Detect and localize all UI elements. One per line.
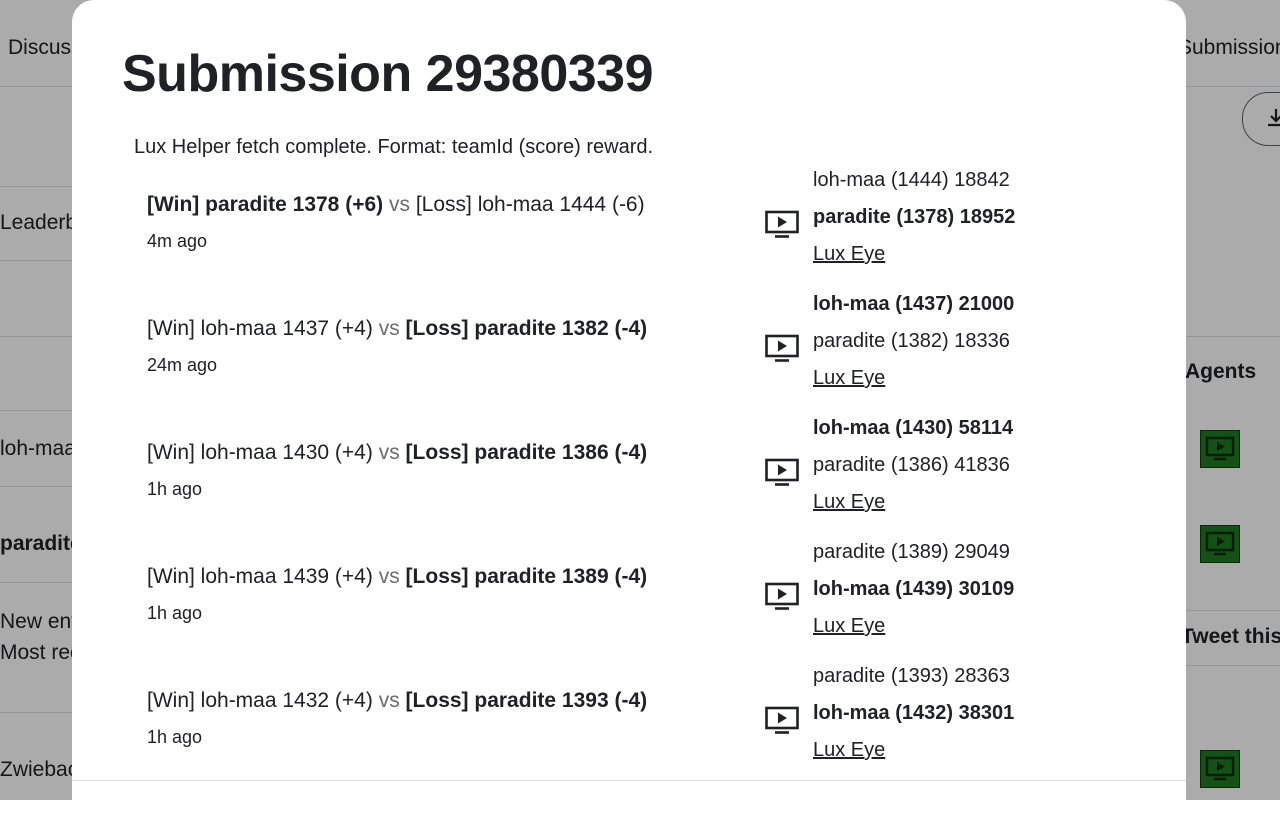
episode-loser: [Loss] paradite 1382 (-4) <box>405 317 648 340</box>
page-title: Submission 29380339 <box>122 45 654 103</box>
watch-replay-button[interactable] <box>764 333 800 365</box>
play-video-icon <box>765 334 799 362</box>
fetch-status-text: Lux Helper fetch complete. Format: teamI… <box>134 136 654 158</box>
episode-vs: vs <box>378 689 400 712</box>
episode-team-score: loh-maa (1432) 38301 <box>813 702 1015 724</box>
episode-team-score: paradite (1382) 18336 <box>813 330 1010 352</box>
lux-eye-link[interactable]: Lux Eye <box>813 739 885 762</box>
episode-time: 1h ago <box>147 479 203 499</box>
episode-loser: [Loss] paradite 1393 (-4) <box>405 689 648 712</box>
episode-winner: [Win] loh-maa 1437 (+4) <box>147 317 373 340</box>
watch-replay-button[interactable] <box>764 581 800 613</box>
episode-time: 1h ago <box>147 727 203 747</box>
episode-result: [Win] loh-maa 1432 (+4) vs [Loss] paradi… <box>147 689 647 713</box>
episode-vs: vs <box>378 441 400 464</box>
episode-team-score: loh-maa (1444) 18842 <box>813 169 1010 191</box>
play-video-icon <box>765 582 799 610</box>
episode-row: [Win] loh-maa 1439 (+4) vs [Loss] paradi… <box>72 541 1186 689</box>
episode-team-score: loh-maa (1430) 58114 <box>813 417 1014 439</box>
watch-replay-button[interactable] <box>764 705 800 737</box>
modal-footer-divider <box>72 780 1186 781</box>
episode-team-score: paradite (1389) 29049 <box>813 541 1010 563</box>
episode-time: 24m ago <box>147 355 218 375</box>
episode-team-score: paradite (1378) 18952 <box>813 206 1016 228</box>
episode-winner: [Win] paradite 1378 (+6) <box>147 193 384 216</box>
play-video-icon <box>765 210 799 238</box>
episode-result: [Win] paradite 1378 (+6) vs [Loss] loh-m… <box>147 193 645 217</box>
episode-row: [Win] paradite 1378 (+6) vs [Loss] loh-m… <box>72 169 1186 317</box>
episode-vs: vs <box>388 193 410 216</box>
lux-eye-link[interactable]: Lux Eye <box>813 243 885 266</box>
episode-team-score: paradite (1393) 28363 <box>813 665 1010 687</box>
lux-eye-link[interactable]: Lux Eye <box>813 615 885 638</box>
play-video-icon <box>765 706 799 734</box>
episode-vs: vs <box>378 317 400 340</box>
episode-loser: [Loss] paradite 1389 (-4) <box>405 565 648 588</box>
lux-eye-link[interactable]: Lux Eye <box>813 491 885 514</box>
watch-replay-button[interactable] <box>764 457 800 489</box>
episode-winner: [Win] loh-maa 1430 (+4) <box>147 441 373 464</box>
episode-row: [Win] loh-maa 1430 (+4) vs [Loss] paradi… <box>72 417 1186 565</box>
submission-modal: Submission 29380339 Lux Helper fetch com… <box>72 0 1186 830</box>
episode-winner: [Win] loh-maa 1432 (+4) <box>147 689 373 712</box>
episode-result: [Win] loh-maa 1437 (+4) vs [Loss] paradi… <box>147 317 647 341</box>
episode-vs: vs <box>378 565 400 588</box>
episode-row: [Win] loh-maa 1437 (+4) vs [Loss] paradi… <box>72 293 1186 441</box>
watch-replay-button[interactable] <box>764 209 800 241</box>
episode-team-score: loh-maa (1437) 21000 <box>813 293 1015 315</box>
play-video-icon <box>765 458 799 486</box>
episode-result: [Win] loh-maa 1430 (+4) vs [Loss] paradi… <box>147 441 647 465</box>
episode-row: [Win] loh-maa 1432 (+4) vs [Loss] paradi… <box>72 665 1186 813</box>
episode-loser: [Loss] loh-maa 1444 (-6) <box>415 193 645 216</box>
episode-loser: [Loss] paradite 1386 (-4) <box>405 441 648 464</box>
episode-result: [Win] loh-maa 1439 (+4) vs [Loss] paradi… <box>147 565 647 589</box>
episode-time: 4m ago <box>147 231 208 251</box>
lux-eye-link[interactable]: Lux Eye <box>813 367 885 390</box>
episode-time: 1h ago <box>147 603 203 623</box>
episode-team-score: paradite (1386) 41836 <box>813 454 1010 476</box>
episode-winner: [Win] loh-maa 1439 (+4) <box>147 565 373 588</box>
episode-team-score: loh-maa (1439) 30109 <box>813 578 1015 600</box>
